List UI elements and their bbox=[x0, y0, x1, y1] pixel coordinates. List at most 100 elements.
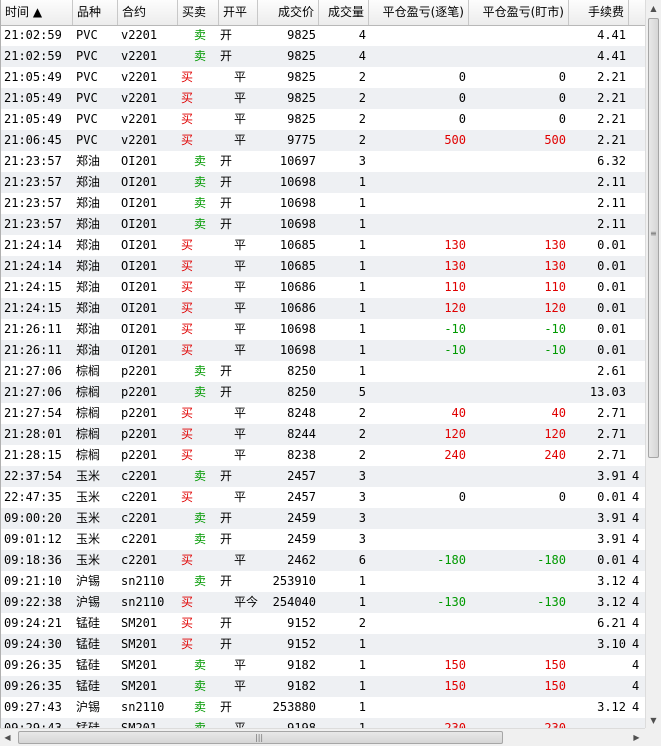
cell-contract: OI201 bbox=[121, 196, 158, 210]
table-row[interactable]: 21:24:15 郑油 OI201 买 平 10686 1 110 110 0.01 bbox=[1, 277, 645, 298]
table-row[interactable]: 09:18:36 玉米 c2201 买 平 2462 6 -180 -180 0.01 4 bbox=[1, 550, 645, 571]
cell-open-close: 开 bbox=[220, 175, 233, 189]
cell-fee bbox=[569, 718, 629, 728]
cell-price: 9825 bbox=[287, 112, 316, 126]
cell-volume: 2 bbox=[358, 448, 366, 462]
table-row[interactable]: 21:28:01 棕榈 p2201 买 平 8244 2 120 120 2.71 bbox=[1, 424, 645, 445]
table-row[interactable]: 09:26:35 锰硅 SM201 卖 平 9182 1 150 150 4 bbox=[1, 655, 645, 676]
cell-product: 郑油 bbox=[76, 217, 101, 231]
column-header-pnl-trade[interactable]: 平仓盈亏(逐笔) bbox=[369, 0, 469, 25]
cell-time: 21:26:11 bbox=[4, 322, 62, 336]
table-row[interactable]: 22:47:35 玉米 c2201 买 平 2457 3 0 0 0.01 4 bbox=[1, 487, 645, 508]
table-row[interactable]: 21:05:49 PVC v2201 买 平 9825 2 0 0 2.21 bbox=[1, 109, 645, 130]
table-row[interactable]: 21:06:45 PVC v2201 买 平 9775 2 500 500 2.21 bbox=[1, 130, 645, 151]
table-row[interactable]: 21:27:06 棕榈 p2201 卖开 8250 1 2.61 bbox=[1, 361, 645, 382]
cell-open-close: 开 bbox=[220, 196, 233, 210]
table-row[interactable]: 09:27:43 沪锡 sn2110 卖开 253880 1 3.12 4 bbox=[1, 697, 645, 718]
scroll-left-arrow-icon[interactable]: ◀ bbox=[0, 729, 15, 745]
table-row[interactable]: 21:23:57 郑油 OI201 卖开 10698 1 2.11 bbox=[1, 172, 645, 193]
horizontal-scroll-thumb[interactable]: ||| bbox=[18, 731, 503, 744]
table-row[interactable]: 21:24:14 郑油 OI201 买 平 10685 1 130 130 0.01 bbox=[1, 256, 645, 277]
column-header-volume[interactable]: 成交量 bbox=[319, 0, 369, 25]
cell-volume: 1 bbox=[358, 175, 366, 189]
table-row[interactable]: 21:23:57 郑油 OI201 卖开 10698 1 2.11 bbox=[1, 193, 645, 214]
cell-product: 玉米 bbox=[76, 511, 101, 525]
column-header-time[interactable]: 时间 ▲ bbox=[1, 0, 73, 25]
cell-price: 10697 bbox=[279, 154, 316, 168]
column-header-contract[interactable]: 合约 bbox=[118, 0, 178, 25]
table-row[interactable]: 21:26:11 郑油 OI201 买 平 10698 1 -10 -10 0.01 bbox=[1, 319, 645, 340]
cell-product: 锰硅 bbox=[76, 658, 101, 672]
table-row[interactable]: 21:28:15 棕榈 p2201 买 平 8238 2 240 240 2.71 bbox=[1, 445, 645, 466]
cell-extra bbox=[629, 298, 645, 319]
cell-price: 10685 bbox=[279, 238, 316, 252]
table-row[interactable]: 22:37:54 玉米 c2201 卖开 2457 3 3.91 4 bbox=[1, 466, 645, 487]
column-header-open-close[interactable]: 开平 bbox=[219, 0, 258, 25]
cell-contract: OI201 bbox=[121, 343, 158, 357]
table-row[interactable]: 09:22:38 沪锡 sn2110 买 平今 254040 1 -130 -130 3.12 4 bbox=[1, 592, 645, 613]
cell-product: 玉米 bbox=[76, 469, 101, 483]
cell-contract: v2201 bbox=[121, 28, 158, 42]
scroll-up-arrow-icon[interactable]: ▲ bbox=[646, 0, 661, 16]
table-row[interactable]: 21:24:14 郑油 OI201 买 平 10685 1 130 130 0.01 bbox=[1, 235, 645, 256]
cell-extra: 4 bbox=[632, 595, 640, 609]
cell-open-close: 开 bbox=[220, 616, 233, 630]
table-row[interactable]: 09:01:12 玉米 c2201 卖开 2459 3 3.91 4 bbox=[1, 529, 645, 550]
cell-pnl-mtm: -130 bbox=[537, 595, 566, 609]
cell-volume: 2 bbox=[358, 133, 366, 147]
scroll-right-arrow-icon[interactable]: ▶ bbox=[629, 729, 644, 745]
cell-extra: 4 bbox=[632, 532, 640, 546]
cell-open-close: 平 bbox=[234, 679, 247, 693]
vertical-scroll-thumb[interactable]: ≡ bbox=[648, 18, 659, 458]
vertical-scrollbar[interactable]: ▲ ≡ ▼ bbox=[645, 0, 661, 728]
table-row[interactable]: 09:29:43 锰硅 SM201 卖 平 9198 1 230 230 bbox=[1, 718, 645, 728]
table-row[interactable]: 21:23:57 郑油 OI201 卖开 10698 1 2.11 bbox=[1, 214, 645, 235]
cell-extra: 4 bbox=[632, 616, 640, 630]
table-row[interactable]: 09:26:35 锰硅 SM201 卖 平 9182 1 150 150 4 bbox=[1, 676, 645, 697]
table-row[interactable]: 21:27:06 棕榈 p2201 卖开 8250 5 13.03 bbox=[1, 382, 645, 403]
table-row[interactable]: 21:05:49 PVC v2201 买 平 9825 2 0 0 2.21 bbox=[1, 67, 645, 88]
table-row[interactable]: 09:00:20 玉米 c2201 卖开 2459 3 3.91 4 bbox=[1, 508, 645, 529]
column-header-fee[interactable]: 手续费 bbox=[569, 0, 629, 25]
cell-fee: 0.01 bbox=[597, 322, 626, 336]
cell-pnl-mtm: 150 bbox=[544, 658, 566, 672]
cell-extra bbox=[629, 718, 645, 728]
table-row[interactable]: 21:02:59 PVC v2201 卖开 9825 4 4.41 bbox=[1, 25, 645, 46]
column-header-side[interactable]: 买卖 bbox=[178, 0, 219, 25]
cell-product: 沪锡 bbox=[76, 574, 101, 588]
cell-contract: p2201 bbox=[121, 448, 158, 462]
column-header-product[interactable]: 品种 bbox=[73, 0, 118, 25]
cell-extra bbox=[629, 130, 645, 151]
table-row[interactable]: 21:02:59 PVC v2201 卖开 9825 4 4.41 bbox=[1, 46, 645, 67]
table-row[interactable]: 09:24:30 锰硅 SM201 买 开 9152 1 3.10 4 bbox=[1, 634, 645, 655]
cell-volume: 1 bbox=[358, 301, 366, 315]
cell-pnl-trade bbox=[369, 571, 469, 592]
table-row[interactable]: 21:05:49 PVC v2201 买 平 9825 2 0 0 2.21 bbox=[1, 88, 645, 109]
cell-open-close: 平 bbox=[234, 70, 247, 84]
cell-side: 卖 bbox=[194, 154, 207, 168]
column-label: 成交量 bbox=[327, 5, 364, 19]
cell-pnl-trade bbox=[369, 613, 469, 634]
table-row[interactable]: 09:24:21 锰硅 SM201 买 开 9152 2 6.21 4 bbox=[1, 613, 645, 634]
table-row[interactable]: 09:21:10 沪锡 sn2110 卖开 253910 1 3.12 4 bbox=[1, 571, 645, 592]
horizontal-scrollbar[interactable]: ◀ ||| ▶ bbox=[0, 728, 645, 746]
cell-product: PVC bbox=[76, 70, 98, 84]
table-row[interactable]: 21:26:11 郑油 OI201 买 平 10698 1 -10 -10 0.01 bbox=[1, 340, 645, 361]
table-row[interactable]: 21:24:15 郑油 OI201 买 平 10686 1 120 120 0.01 bbox=[1, 298, 645, 319]
column-label: 买卖 bbox=[182, 5, 207, 19]
column-header-pnl-mtm[interactable]: 平仓盈亏(盯市) bbox=[469, 0, 569, 25]
table-row[interactable]: 21:27:54 棕榈 p2201 买 平 8248 2 40 40 2.71 bbox=[1, 403, 645, 424]
table-row[interactable]: 21:23:57 郑油 OI201 卖开 10697 3 6.32 bbox=[1, 151, 645, 172]
cell-open-close: 平 bbox=[234, 133, 247, 147]
cell-pnl-trade: 0 bbox=[458, 490, 466, 504]
cell-product: PVC bbox=[76, 49, 98, 63]
cell-fee: 4.41 bbox=[597, 28, 626, 42]
cell-side: 卖 bbox=[194, 658, 207, 672]
column-header-price[interactable]: 成交价 bbox=[258, 0, 319, 25]
scroll-down-arrow-icon[interactable]: ▼ bbox=[646, 712, 661, 728]
cell-side: 买 bbox=[181, 637, 194, 651]
cell-open-close: 平 bbox=[234, 238, 247, 252]
cell-volume: 1 bbox=[358, 322, 366, 336]
cell-product: 玉米 bbox=[76, 532, 101, 546]
cell-price: 10698 bbox=[279, 322, 316, 336]
